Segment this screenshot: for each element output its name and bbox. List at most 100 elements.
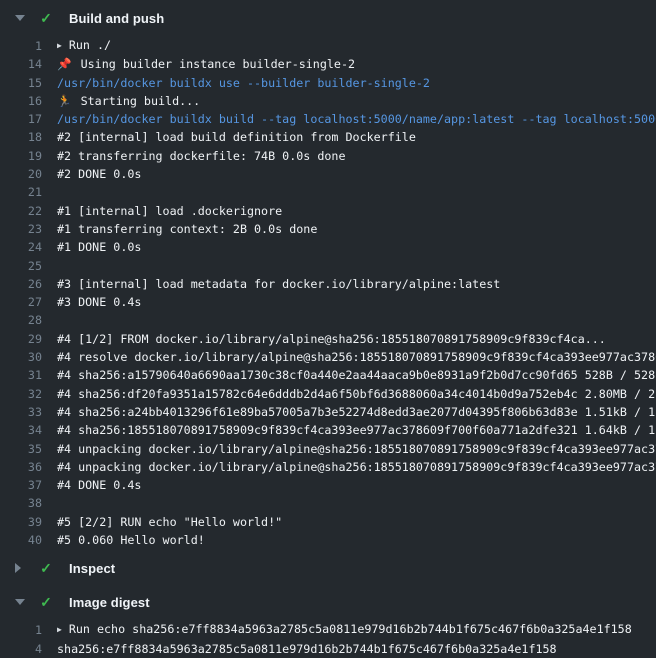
line-number[interactable]: 4 [0,640,42,658]
log-line: 20#2 DONE 0.0s [0,165,656,183]
log-line-text: #4 [1/2] FROM docker.io/library/alpine@s… [42,330,606,348]
log-line-body: Run echo sha256:e7ff8834a5963a2785c5a081… [69,622,632,636]
log-line: 22#1 [internal] load .dockerignore [0,202,656,220]
log-line-text: #4 sha256:df20fa9351a15782c64e6dddb2d4a6… [42,385,656,403]
line-number[interactable]: 18 [0,128,42,146]
line-number[interactable]: 1 [0,37,42,55]
log-line-text: /usr/bin/docker buildx build --tag local… [42,110,656,128]
line-number[interactable]: 25 [0,257,42,275]
line-number[interactable]: 20 [0,165,42,183]
log-line: 29#4 [1/2] FROM docker.io/library/alpine… [0,330,656,348]
log-line-body: #4 sha256:a15790640a6690aa1730c38cf0a440… [57,368,656,382]
log-line: 31 #4 sha256:a15790640a6690aa1730c38cf0a4… [0,366,656,384]
log-line-text: #4 resolve docker.io/library/alpine@sha2… [42,348,656,366]
log-line: 17/usr/bin/docker buildx build --tag loc… [0,110,656,128]
line-number[interactable]: 1 [0,621,42,639]
line-number[interactable]: 21 [0,183,42,201]
log-line: 40#5 0.060 Hello world! [0,531,656,549]
log-line-text: ▶ Run ./ [42,37,111,55]
line-number[interactable]: 24 [0,238,42,256]
log-line: 18#2 [internal] load build definition fr… [0,128,656,146]
line-number[interactable]: 16 [0,92,42,110]
log-line-text: #4 sha256:a15790640a6690aa1730c38cf0a440… [42,366,656,384]
log-line: 27 #3 DONE 0.4s [0,293,656,311]
log-line-body: #3 DONE 0.4s [57,295,141,309]
section-header-inspect[interactable]: ✓ Inspect [0,558,656,578]
line-number[interactable]: 17 [0,110,42,128]
log-line-body: #1 transferring context: 2B 0.0s done [57,222,317,236]
log-line-text: /usr/bin/docker buildx use --builder bui… [42,74,430,92]
line-number[interactable]: 37 [0,476,42,494]
log-line-text: #1 transferring context: 2B 0.0s done [42,220,317,238]
log-line-body: #4 unpacking docker.io/library/alpine@sh… [57,442,656,456]
line-number[interactable]: 22 [0,202,42,220]
log-line-body: Using builder instance builder-single-2 [74,57,355,71]
log-line: 32 #4 sha256:df20fa9351a15782c64e6dddb2d4… [0,385,656,403]
line-number[interactable]: 15 [0,74,42,92]
section-title-inspect: Inspect [69,561,115,576]
section-header-image-digest[interactable]: ✓Image digest [0,592,656,612]
log-line-text: #3 DONE 0.4s [42,293,141,311]
log-line-body: #4 resolve docker.io/library/alpine@sha2… [57,350,656,364]
log-line-text: #2 [internal] load build definition from… [42,128,416,146]
line-number[interactable]: 14 [0,55,42,73]
check-icon: ✓ [37,595,55,609]
line-number[interactable]: 27 [0,293,42,311]
line-number[interactable]: 35 [0,440,42,458]
line-number[interactable]: 34 [0,421,42,439]
log-line-text: 🏃 Starting build... [42,92,200,110]
log-line-text: #5 [2/2] RUN echo "Hello world!" [42,513,282,531]
log-line-body: Starting build... [74,94,201,108]
log-group-expander-icon[interactable]: ▶ [57,37,62,55]
log-line: 25 [0,257,656,275]
log-line: 26 #3 [internal] load metadata for docker… [0,275,656,293]
line-number[interactable]: 32 [0,385,42,403]
log-line-text: 📌 Using builder instance builder-single-… [42,55,355,73]
log-group-expander-icon[interactable]: ▶ [57,621,62,639]
log-line-text: #4 unpacking docker.io/library/alpine@sh… [42,440,656,458]
log-line-body: Run ./ [69,38,111,52]
log-line-text: #1 [internal] load .dockerignore [42,202,282,220]
log-line: 35 #4 unpacking docker.io/library/alpine@… [0,440,656,458]
line-number[interactable]: 28 [0,311,42,329]
log-line: 28 [0,311,656,329]
line-number[interactable]: 29 [0,330,42,348]
line-number[interactable]: 31 [0,366,42,384]
log-line: 15/usr/bin/docker buildx use --builder b… [0,74,656,92]
log-line-body: #4 sha256:185518070891758909c9f839cf4ca3… [57,423,656,437]
line-number[interactable]: 23 [0,220,42,238]
log-line: 38 [0,494,656,512]
log-line: 24#1 DONE 0.0s [0,238,656,256]
log-lines-build-and-push: 1 ▶ Run ./ 14📌 Using builder instance build… [0,37,656,549]
log-line-body: #3 [internal] load metadata for docker.i… [57,277,500,291]
line-number[interactable]: 33 [0,403,42,421]
chevron-down-icon[interactable] [15,15,27,21]
log-line: 16🏃 Starting build... [0,92,656,110]
workflow-log-viewer: ✓Build and push1▶Run ./14📌 Using builder… [0,0,656,658]
line-number[interactable]: 30 [0,348,42,366]
log-line-text: sha256:e7ff8834a5963a2785c5a0811e979d16b… [42,640,557,658]
log-line-text: #4 DONE 0.4s [42,476,141,494]
log-line-text: #2 DONE 0.0s [42,165,141,183]
log-line-body: #4 sha256:df20fa9351a15782c64e6dddb2d4a6… [57,387,656,401]
line-number[interactable]: 38 [0,494,42,512]
log-line: 14📌 Using builder instance builder-singl… [0,55,656,73]
log-line: 21 [0,183,656,201]
section-title-build-and-push: Build and push [69,11,164,26]
log-line-text: #5 0.060 Hello world! [42,531,205,549]
line-number[interactable]: 19 [0,147,42,165]
check-icon: ✓ [37,11,55,25]
line-number[interactable]: 40 [0,531,42,549]
chevron-down-icon[interactable] [15,599,27,605]
log-line: 1 ▶ Run echo sha256:e7ff8834a5963a2785c5a0… [0,621,656,639]
check-icon: ✓ [37,561,55,575]
line-number[interactable]: 26 [0,275,42,293]
log-line: 36#4 unpacking docker.io/library/alpine@… [0,458,656,476]
line-number[interactable]: 36 [0,458,42,476]
log-line-text: #4 sha256:a24bb4013296f61e89ba57005a7b3e… [42,403,656,421]
log-line-text: ▶ Run echo sha256:e7ff8834a5963a2785c5a08… [42,621,632,639]
log-line-body: sha256:e7ff8834a5963a2785c5a0811e979d16b… [57,642,557,656]
section-header-build-and-push[interactable]: ✓ Build and push [0,8,656,28]
chevron-right-icon[interactable] [15,563,27,573]
line-number[interactable]: 39 [0,513,42,531]
